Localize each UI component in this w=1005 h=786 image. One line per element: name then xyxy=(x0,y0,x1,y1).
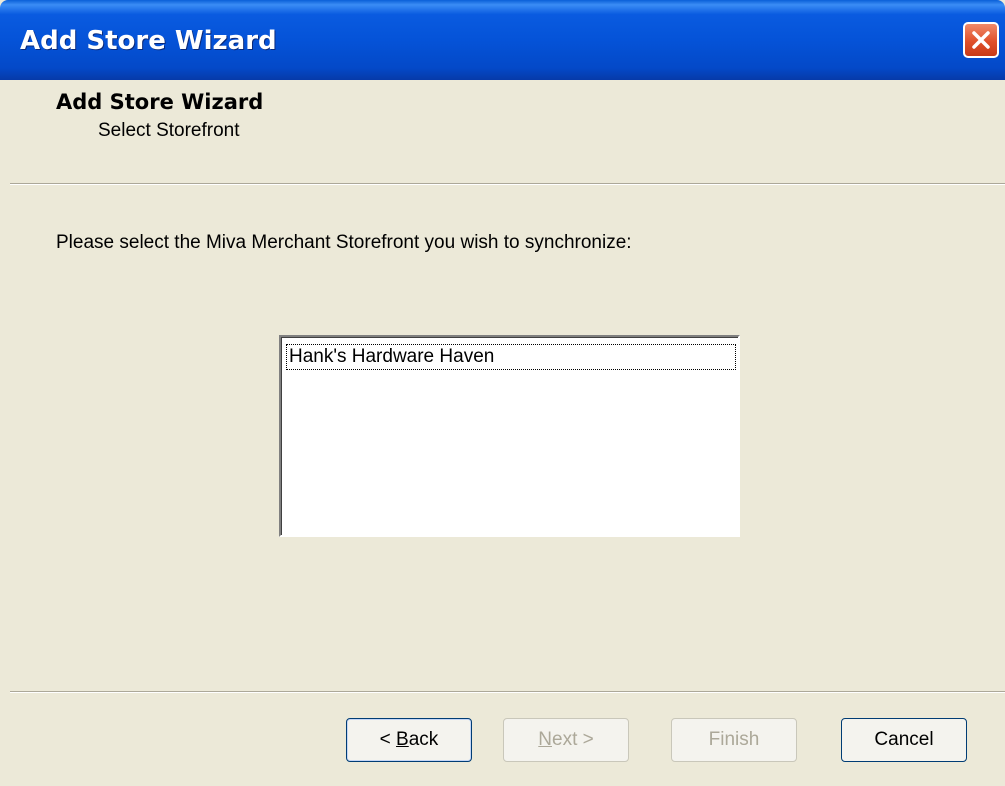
header-title: Add Store Wizard xyxy=(56,90,264,114)
close-button[interactable] xyxy=(963,22,999,58)
wizard-header: Add Store Wizard Select Storefront xyxy=(0,80,1005,183)
instruction-text: Please select the Miva Merchant Storefro… xyxy=(56,232,632,253)
wizard-window: Add Store Wizard Add Store Wizard Select… xyxy=(0,0,1005,786)
cancel-button[interactable]: Cancel xyxy=(841,718,967,762)
header-divider xyxy=(10,183,1005,185)
window-title: Add Store Wizard xyxy=(20,26,277,56)
back-button-mnemonic: B xyxy=(396,729,409,750)
footer-divider xyxy=(10,691,1005,693)
back-button[interactable]: < Back xyxy=(346,718,472,762)
cancel-button-label: Cancel xyxy=(874,729,934,750)
finish-button[interactable]: Finish xyxy=(671,718,797,762)
next-button-rest: ext > xyxy=(552,729,594,750)
next-button[interactable]: Next > xyxy=(503,718,629,762)
next-button-mnemonic: N xyxy=(538,729,552,750)
storefront-list-item[interactable]: Hank's Hardware Haven xyxy=(286,344,736,370)
title-bar[interactable]: Add Store Wizard xyxy=(0,0,1005,80)
back-button-prefix: < xyxy=(379,729,397,750)
close-icon xyxy=(972,31,990,49)
header-subtitle: Select Storefront xyxy=(98,120,240,141)
back-button-rest: ack xyxy=(408,729,439,750)
finish-button-label: Finish xyxy=(708,729,760,750)
storefront-listbox[interactable]: Hank's Hardware Haven xyxy=(279,335,740,537)
